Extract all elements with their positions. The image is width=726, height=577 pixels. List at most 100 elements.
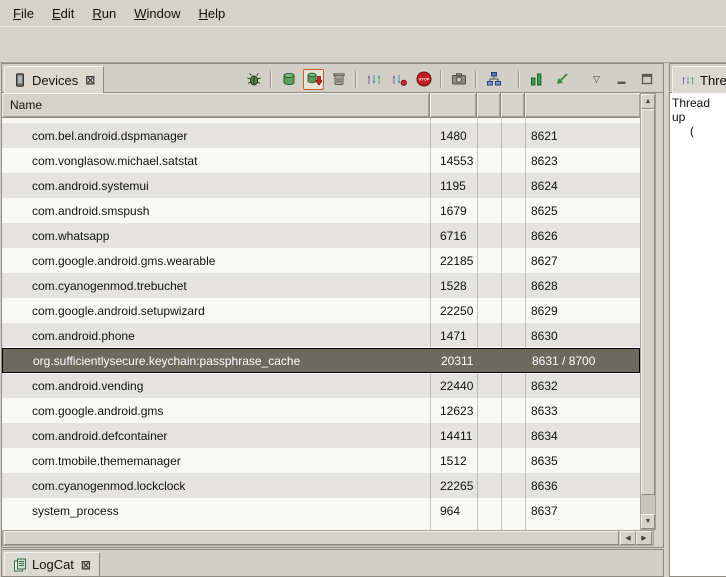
process-name: com.whatsapp xyxy=(32,223,109,248)
table-row[interactable]: com.cyanogenmod.lockclock 22265 8636 xyxy=(2,473,640,498)
tab-logcat[interactable]: LogCat ⊠ xyxy=(4,552,100,576)
trash-icon xyxy=(331,71,347,87)
menu-window[interactable]: Window xyxy=(125,2,189,25)
column-header-name[interactable]: Name xyxy=(2,93,430,117)
diagonal-arrow-icon xyxy=(554,71,570,87)
threads-tabbar: Threads xyxy=(670,64,726,93)
tab-threads-label: Threads xyxy=(700,73,726,88)
table-row[interactable]: com.google.android.setupwizard 22250 862… xyxy=(2,298,640,323)
method-profiling-icon xyxy=(391,71,407,87)
devices-tabbar: Devices ⊠ STOP xyxy=(2,64,663,93)
devices-toolbar: STOP ▽ xyxy=(243,67,657,91)
table-row[interactable]: com.cyanogenmod.trebuchet 1528 8628 xyxy=(2,273,640,298)
table-row[interactable]: org.sufficientlysecure.keychain:passphra… xyxy=(2,348,640,373)
horizontal-scrollbar-thumb[interactable] xyxy=(4,531,619,545)
stop-process-button[interactable]: STOP xyxy=(413,69,434,90)
process-pid: 1471 xyxy=(440,323,467,348)
screen-capture-button[interactable] xyxy=(448,69,469,90)
debug-icon xyxy=(246,71,262,87)
process-pid: 14411 xyxy=(440,423,472,448)
table-row[interactable]: com.android.smspush 1679 8625 xyxy=(2,198,640,223)
table-row[interactable]: com.whatsapp 6716 8626 xyxy=(2,223,640,248)
process-name: com.android.vending xyxy=(32,373,143,398)
logcat-icon xyxy=(13,558,27,572)
horizontal-scrollbar[interactable]: ◀ ▶ xyxy=(2,530,654,546)
process-name: com.google.android.gms.wearable xyxy=(32,248,215,273)
update-threads-button[interactable] xyxy=(363,69,384,90)
bar-chart-button[interactable] xyxy=(526,69,547,90)
menu-run[interactable]: Run xyxy=(83,2,125,25)
process-name: com.cyanogenmod.lockclock xyxy=(32,473,185,498)
toolbar-separator xyxy=(440,71,442,88)
process-pid: 1195 xyxy=(440,173,466,198)
diagonal-arrow-button[interactable] xyxy=(551,69,572,90)
process-port: 8627 xyxy=(531,248,558,273)
stop-icon: STOP xyxy=(416,71,432,87)
menu-help[interactable]: Help xyxy=(189,2,234,25)
column-header-blank-2[interactable] xyxy=(501,93,525,117)
scroll-up-button[interactable]: ▲ xyxy=(641,94,655,109)
scroll-right-button[interactable]: ▶ xyxy=(636,531,652,545)
process-name: com.bel.android.dspmanager xyxy=(32,123,187,148)
table-row[interactable]: com.tmobile.thememanager 1512 8635 xyxy=(2,448,640,473)
process-name: com.google.android.setupwizard xyxy=(32,298,205,323)
tab-threads[interactable]: Threads xyxy=(672,66,726,93)
close-icon[interactable]: ⊠ xyxy=(81,558,91,572)
process-rows: com.bel.android.dspmanager 1480 8621 com… xyxy=(2,123,640,523)
process-name: com.vonglasow.michael.satstat xyxy=(32,148,197,173)
column-header-port[interactable] xyxy=(525,93,640,117)
threads-icon xyxy=(681,73,695,87)
process-port: 8635 xyxy=(531,448,558,473)
stop-label: STOP xyxy=(418,77,429,82)
process-name: com.android.systemui xyxy=(32,173,149,198)
column-header-blank-1[interactable] xyxy=(477,93,501,117)
table-row[interactable]: com.android.phone 1471 8630 xyxy=(2,323,640,348)
process-name: com.google.android.gms xyxy=(32,398,163,423)
view-menu-button[interactable]: ▽ xyxy=(586,69,607,90)
process-pid: 22265 xyxy=(440,473,473,498)
process-pid: 22250 xyxy=(440,298,473,323)
process-pid: 14553 xyxy=(440,148,473,173)
table-row[interactable]: com.bel.android.dspmanager 1480 8621 xyxy=(2,123,640,148)
method-profiling-button[interactable] xyxy=(388,69,409,90)
close-icon[interactable]: ⊠ xyxy=(85,73,95,87)
table-row[interactable]: com.android.vending 22440 8632 xyxy=(2,373,640,398)
process-table: com.bel.android.dspmanager 1480 8621 com… xyxy=(2,118,640,530)
vertical-scrollbar-thumb[interactable] xyxy=(641,109,655,495)
menu-file[interactable]: File xyxy=(4,2,43,25)
minimize-button[interactable] xyxy=(611,69,632,90)
table-row[interactable]: com.android.defcontainer 14411 8634 xyxy=(2,423,640,448)
device-icon xyxy=(13,73,27,87)
process-port: 8621 xyxy=(531,123,558,148)
hierarchy-view-button[interactable] xyxy=(483,69,504,90)
process-name: com.cyanogenmod.trebuchet xyxy=(32,273,187,298)
debug-button[interactable] xyxy=(243,69,264,90)
tab-devices[interactable]: Devices ⊠ xyxy=(4,66,104,93)
process-name: system_process xyxy=(32,498,119,523)
process-port: 8626 xyxy=(531,223,558,248)
vertical-scrollbar[interactable]: ▲ ▼ xyxy=(640,93,656,530)
scroll-down-button[interactable]: ▼ xyxy=(641,514,655,529)
devices-view: Devices ⊠ STOP xyxy=(1,63,664,548)
tab-devices-label: Devices xyxy=(32,73,78,88)
camera-icon xyxy=(451,71,467,87)
process-name: org.sufficientlysecure.keychain:passphra… xyxy=(33,349,300,372)
column-header-pid[interactable] xyxy=(430,93,477,117)
table-row[interactable]: com.android.systemui 1195 8624 xyxy=(2,173,640,198)
scroll-left-button[interactable]: ◀ xyxy=(620,531,636,545)
maximize-button[interactable] xyxy=(636,69,657,90)
process-pid: 1480 xyxy=(440,123,467,148)
process-port: 8633 xyxy=(531,398,558,423)
toolbar-separator xyxy=(355,71,357,88)
table-row[interactable]: com.google.android.gms.wearable 22185 86… xyxy=(2,248,640,273)
process-pid: 22440 xyxy=(440,373,473,398)
cause-gc-button[interactable] xyxy=(328,69,349,90)
update-threads-icon xyxy=(366,71,382,87)
table-row[interactable]: system_process 964 8637 xyxy=(2,498,640,523)
table-row[interactable]: com.vonglasow.michael.satstat 14553 8623 xyxy=(2,148,640,173)
dump-hprof-button[interactable] xyxy=(303,69,324,90)
menu-edit[interactable]: Edit xyxy=(43,2,83,25)
update-heap-button[interactable] xyxy=(278,69,299,90)
threads-message-line1: Thread up xyxy=(672,96,724,124)
table-row[interactable]: com.google.android.gms 12623 8633 xyxy=(2,398,640,423)
